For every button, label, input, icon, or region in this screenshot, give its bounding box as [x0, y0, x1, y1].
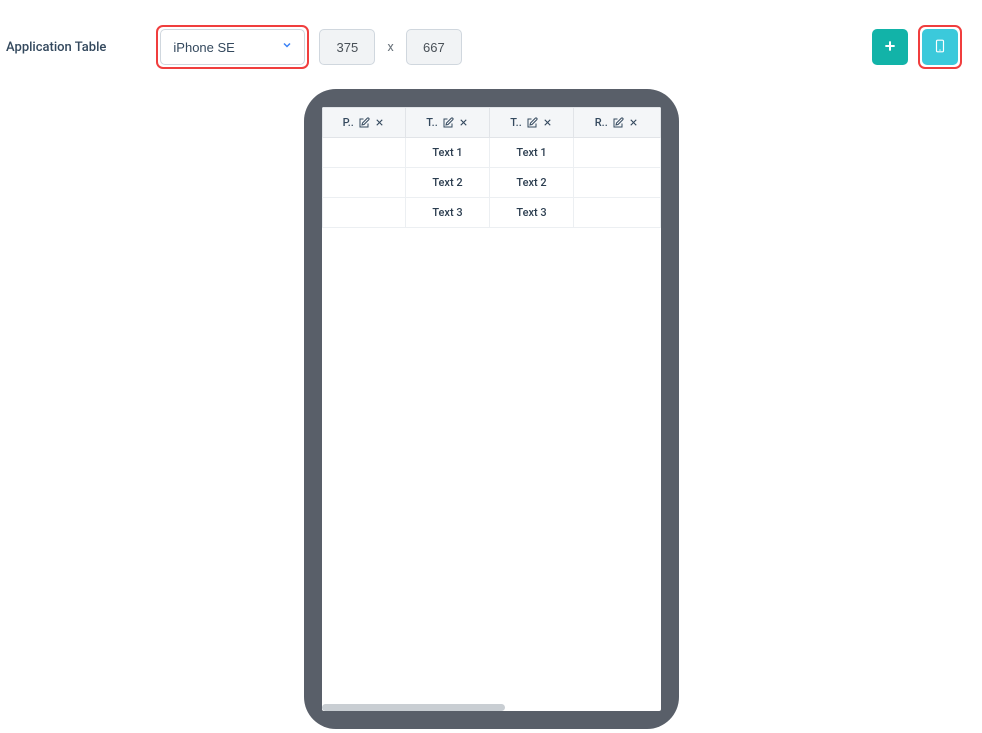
- table-cell[interactable]: [574, 198, 660, 228]
- mobile-preview-button[interactable]: [922, 29, 958, 65]
- column-label: R..: [595, 116, 608, 129]
- table-cell[interactable]: Text 1: [490, 138, 574, 168]
- table-cell[interactable]: Text 2: [490, 168, 574, 198]
- column-label: T..: [510, 116, 522, 129]
- column-header[interactable]: T..: [490, 108, 574, 138]
- edit-icon[interactable]: [358, 117, 370, 129]
- width-input[interactable]: [319, 29, 375, 65]
- column-header[interactable]: P..: [322, 108, 405, 138]
- column-header[interactable]: R..: [574, 108, 660, 138]
- device-frame: P.. T.. T..: [304, 89, 679, 729]
- device-select-highlight: iPhone SE: [156, 25, 309, 69]
- edit-icon[interactable]: [442, 117, 454, 129]
- table-row: Text 3 Text 3: [322, 198, 660, 228]
- column-label: T..: [426, 116, 438, 129]
- close-icon[interactable]: [628, 117, 639, 128]
- toolbar: Application Table iPhone SE x: [0, 0, 982, 89]
- mobile-toggle-highlight: [918, 25, 962, 69]
- column-label: P..: [343, 116, 354, 129]
- device-screen: P.. T.. T..: [322, 107, 661, 711]
- table-row: Text 1 Text 1: [322, 138, 660, 168]
- table-cell[interactable]: Text 1: [405, 138, 489, 168]
- height-input[interactable]: [406, 29, 462, 65]
- edit-icon[interactable]: [526, 117, 538, 129]
- edit-icon[interactable]: [612, 117, 624, 129]
- device-select[interactable]: iPhone SE: [160, 29, 305, 65]
- application-table: P.. T.. T..: [322, 107, 661, 228]
- table-row: Text 2 Text 2: [322, 168, 660, 198]
- table-cell[interactable]: [322, 138, 405, 168]
- table-cell[interactable]: [322, 198, 405, 228]
- table-header-row: P.. T.. T..: [322, 108, 660, 138]
- table-cell[interactable]: Text 2: [405, 168, 489, 198]
- table-cell[interactable]: [574, 138, 660, 168]
- table-cell[interactable]: Text 3: [490, 198, 574, 228]
- page-title: Application Table: [6, 40, 106, 55]
- close-icon[interactable]: [542, 117, 553, 128]
- plus-icon: [882, 38, 898, 57]
- dimension-separator: x: [385, 40, 395, 55]
- table-cell[interactable]: [574, 168, 660, 198]
- add-button[interactable]: [872, 29, 908, 65]
- close-icon[interactable]: [458, 117, 469, 128]
- table-cell[interactable]: Text 3: [405, 198, 489, 228]
- column-header[interactable]: T..: [405, 108, 489, 138]
- horizontal-scrollbar[interactable]: [322, 704, 505, 711]
- close-icon[interactable]: [374, 117, 385, 128]
- mobile-icon: [933, 37, 947, 58]
- table-cell[interactable]: [322, 168, 405, 198]
